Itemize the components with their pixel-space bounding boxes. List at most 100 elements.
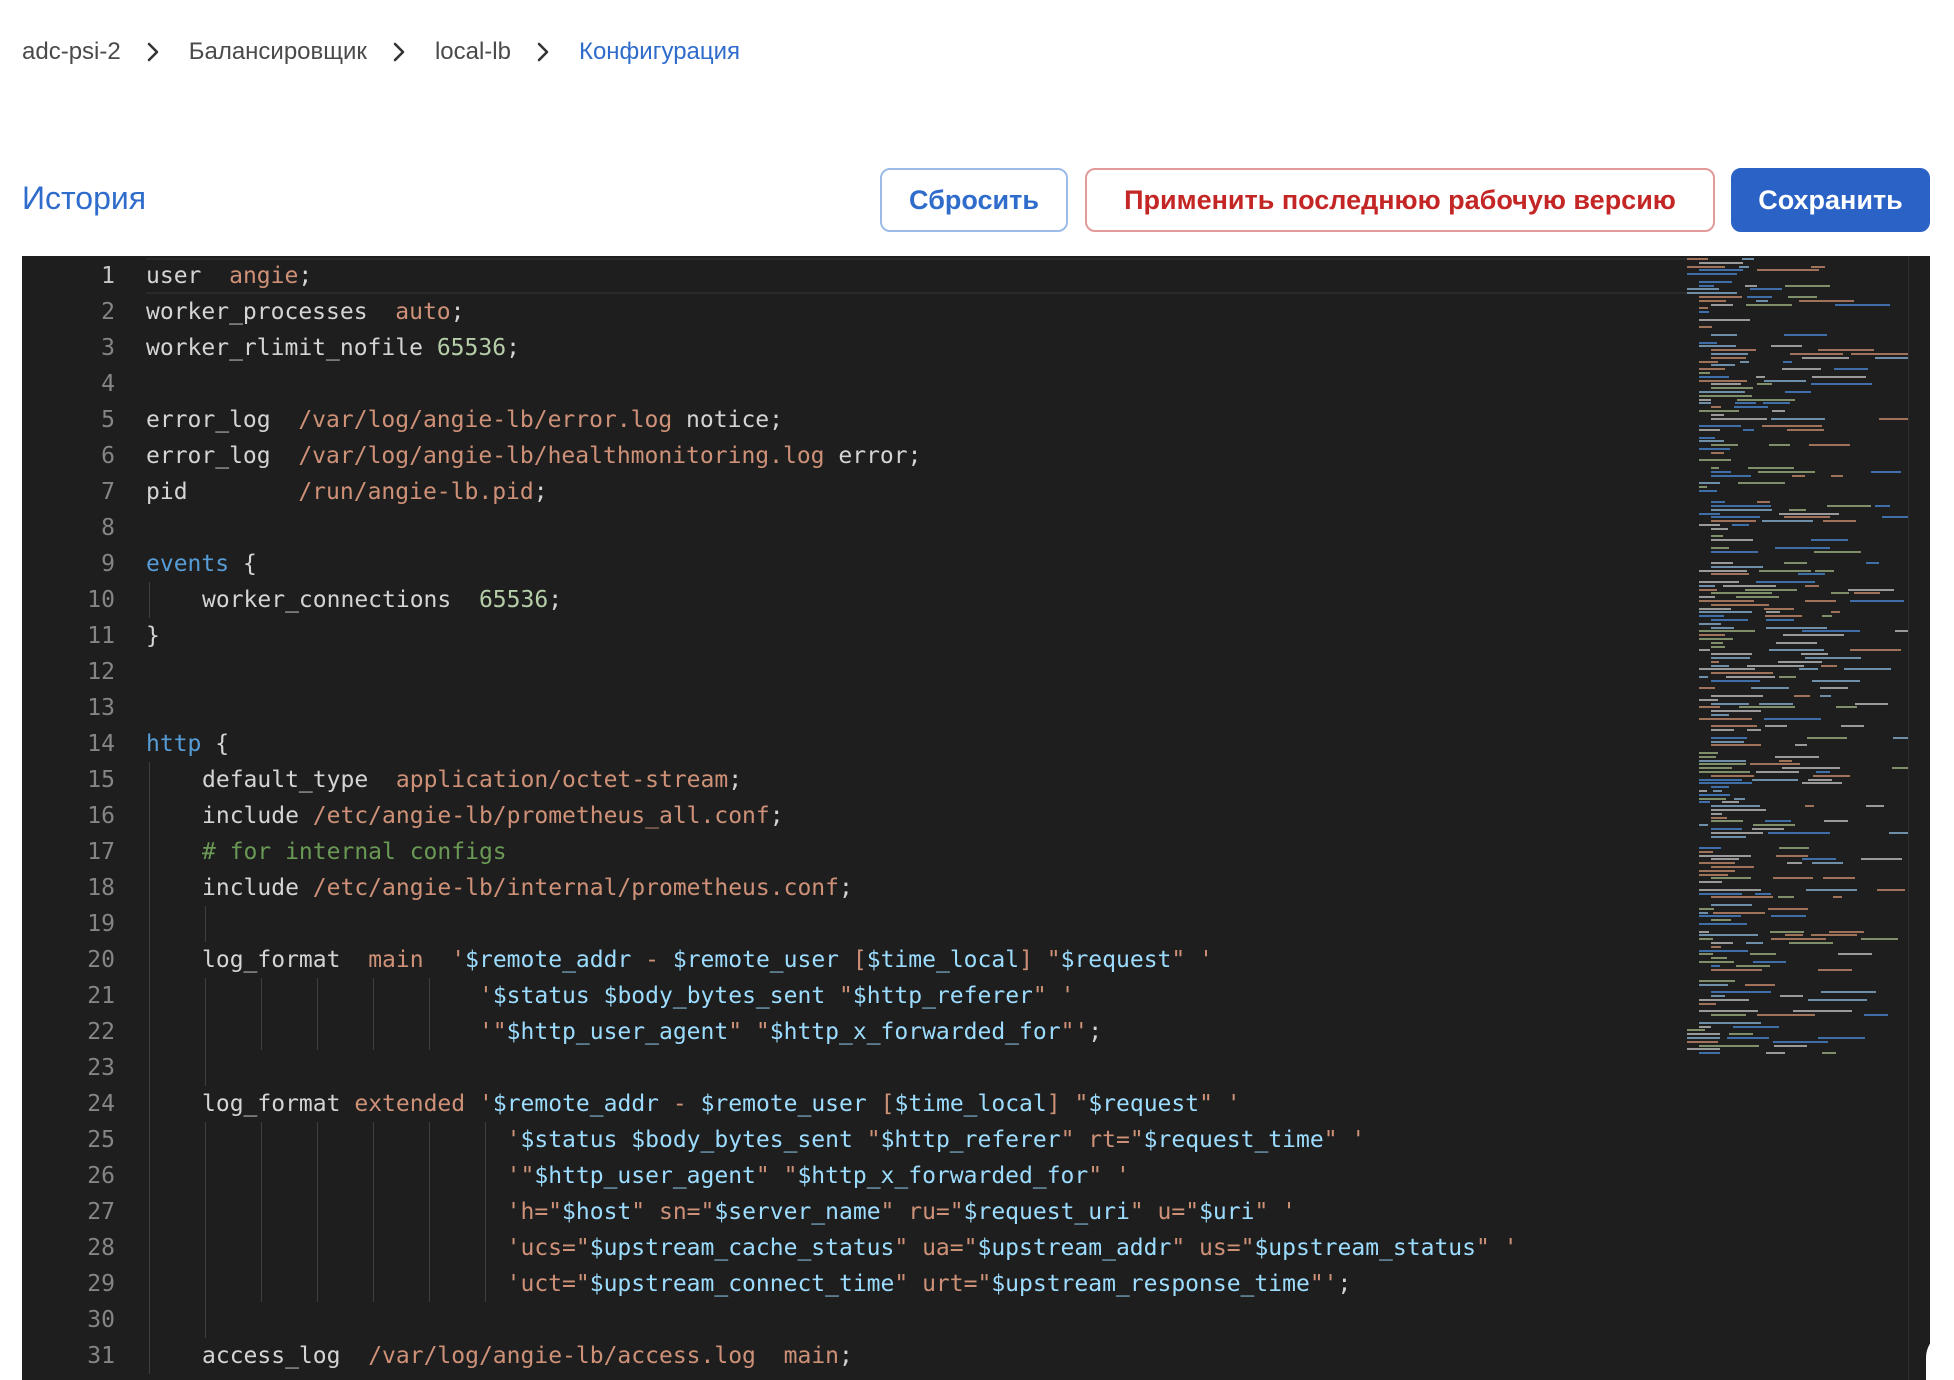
minimap-stroke xyxy=(1753,824,1795,827)
minimap[interactable] xyxy=(1677,256,1930,1380)
crumb-balancer[interactable]: Балансировщик xyxy=(189,38,367,66)
code-token: $remote_user xyxy=(700,1091,867,1117)
minimap-stroke xyxy=(1821,664,1837,667)
indent-guide xyxy=(317,1014,318,1050)
minimap-stroke xyxy=(1871,470,1901,473)
minimap-stroke xyxy=(1699,980,1735,982)
minimap-stroke xyxy=(1848,588,1894,591)
minimap-stroke xyxy=(1861,858,1902,861)
code-token: $remote_user xyxy=(672,947,840,973)
apply-last-working-version-button[interactable]: Применить последнюю рабочую версию xyxy=(1085,168,1715,232)
minimap-stroke xyxy=(1713,911,1765,914)
code-editor[interactable]: 1 2 3 4 5 6 7 8 9 10 11 12 13 14 15 16 17 18 19 20 21 22 23 24 2… xyxy=(22,256,1930,1380)
code-token: " ' xyxy=(1199,1091,1241,1117)
minimap-stroke xyxy=(1711,957,1727,960)
minimap-stroke xyxy=(1756,581,1815,583)
minimap-stroke xyxy=(1745,588,1797,591)
code-line: worker_connections 65536; xyxy=(146,582,562,618)
crumb-local-lb[interactable]: local-lb xyxy=(435,38,511,66)
code-token: include xyxy=(202,803,299,829)
minimap-stroke xyxy=(1711,387,1753,390)
code-token: ] " xyxy=(1019,947,1061,973)
code-token: /etc/angie-lb/prometheus_all.conf xyxy=(312,803,770,829)
code-token: default_type xyxy=(202,767,369,793)
minimap-stroke xyxy=(1850,600,1904,602)
minimap-stroke xyxy=(1770,930,1804,933)
minimap-stroke xyxy=(1866,805,1884,808)
code-token: include xyxy=(202,875,299,901)
minimap-stroke xyxy=(1759,569,1811,572)
minimap-stroke xyxy=(1773,1040,1828,1043)
code-token: " ru=" xyxy=(880,1199,964,1225)
line-number-gutter: 1 2 3 4 5 6 7 8 9 10 11 12 13 14 15 16 17 18 19 20 21 22 23 24 2… xyxy=(22,256,137,1380)
history-link[interactable]: История xyxy=(22,180,146,217)
minimap-stroke xyxy=(1711,877,1751,880)
minimap-stroke xyxy=(1784,516,1830,519)
minimap-stroke xyxy=(1711,550,1758,553)
minimap-stroke xyxy=(1699,949,1748,952)
minimap-stroke xyxy=(1711,740,1744,743)
chevron-right-icon xyxy=(134,34,172,70)
crumb-adc-psi-2[interactable]: adc-psi-2 xyxy=(22,38,121,66)
vertical-scrollbar[interactable] xyxy=(1908,256,1930,1380)
minimap-stroke xyxy=(1812,375,1866,378)
minimap-stroke xyxy=(1812,862,1843,865)
minimap-stroke xyxy=(1699,706,1720,709)
code-token: $http_user_agent xyxy=(506,1019,729,1045)
minimap-stroke xyxy=(1802,858,1836,861)
reset-button[interactable]: Сбросить xyxy=(880,168,1068,232)
minimap-stroke xyxy=(1762,520,1813,523)
indent-guide xyxy=(149,1230,150,1266)
indent-guide xyxy=(205,1122,206,1158)
minimap-stroke xyxy=(1699,368,1725,371)
minimap-stroke xyxy=(1711,831,1763,834)
minimap-stroke xyxy=(1699,676,1708,678)
minimap-stroke xyxy=(1699,318,1750,321)
code-token: " ' xyxy=(1476,1235,1518,1261)
code-token: $upstream_connect_time xyxy=(589,1271,895,1297)
minimap-stroke xyxy=(1699,1044,1759,1047)
code-line: '$status $body_bytes_sent "$http_referer… xyxy=(146,978,1074,1014)
minimap-stroke xyxy=(1818,349,1874,352)
minimap-stroke xyxy=(1699,569,1747,572)
minimap-stroke xyxy=(1814,550,1861,553)
minimap-stroke xyxy=(1787,862,1802,865)
minimap-stroke xyxy=(1875,356,1908,359)
indent-guide xyxy=(261,1266,262,1302)
code-line: log_format main '$remote_addr - $remote_… xyxy=(146,942,1213,978)
minimap-stroke xyxy=(1798,573,1825,576)
minimap-stroke xyxy=(1699,888,1761,891)
crumb-configuration[interactable]: Конфигурация xyxy=(579,38,740,66)
minimap-stroke xyxy=(1699,801,1710,804)
code-token: { xyxy=(201,731,230,757)
minimap-stroke xyxy=(1699,638,1733,640)
minimap-stroke xyxy=(1793,1010,1852,1013)
line-number: 9 xyxy=(101,551,115,577)
code-token: " ' xyxy=(1088,1163,1130,1189)
save-button[interactable]: Сохранить xyxy=(1731,168,1930,232)
indent-guide xyxy=(429,1158,430,1194)
code-token: - xyxy=(631,947,673,973)
minimap-stroke xyxy=(1699,512,1720,515)
code-token: main xyxy=(368,947,424,973)
code-token: angie xyxy=(229,263,299,289)
line-number: 30 xyxy=(87,1307,115,1333)
code-token: $host xyxy=(562,1199,632,1225)
code-line: log_format extended '$remote_addr - $rem… xyxy=(146,1086,1241,1122)
code-line: '"$http_user_agent" "$http_x_forwarded_f… xyxy=(146,1158,1130,1194)
minimap-stroke xyxy=(1822,1052,1836,1055)
indent-guide xyxy=(485,1122,486,1158)
minimap-stroke xyxy=(1861,938,1898,941)
code-line: error_log /var/log/angie-lb/error.log no… xyxy=(146,402,783,438)
code-token: ; xyxy=(548,587,563,613)
minimap-stroke xyxy=(1699,326,1712,329)
code-token: http xyxy=(146,731,202,757)
code-token: ' xyxy=(506,1127,521,1153)
code-token: ' xyxy=(478,1091,493,1117)
code-area[interactable]: user angie; worker_processes auto; worker_… xyxy=(146,256,1701,1380)
minimap-stroke xyxy=(1736,596,1779,599)
minimap-stroke xyxy=(1711,820,1743,823)
minimap-stroke xyxy=(1811,383,1872,386)
minimap-stroke xyxy=(1771,417,1825,420)
